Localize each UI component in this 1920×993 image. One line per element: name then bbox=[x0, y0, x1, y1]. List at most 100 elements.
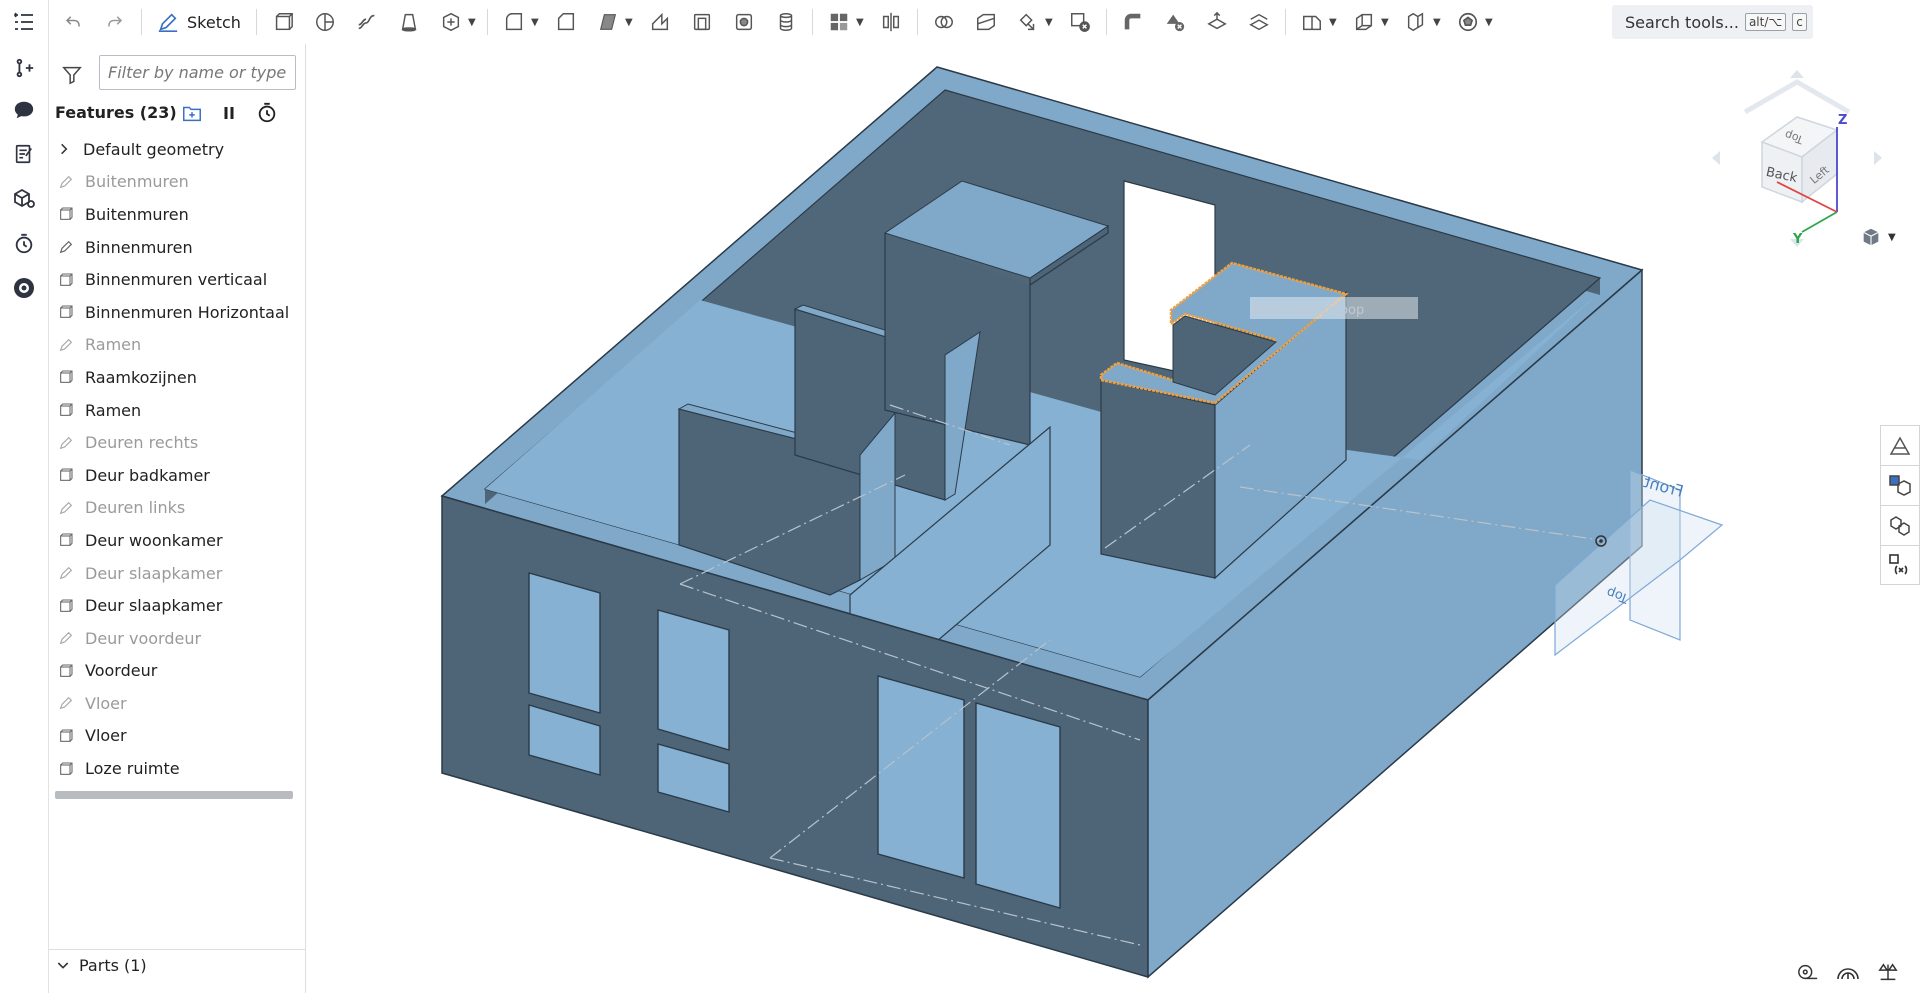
rotate-up-icon[interactable] bbox=[1790, 70, 1804, 78]
extrude-icon[interactable] bbox=[269, 8, 297, 36]
feature-item[interactable]: Buitenmuren bbox=[49, 198, 305, 231]
feature-item[interactable]: Deuren rechts bbox=[49, 426, 305, 459]
chevron-down-icon[interactable]: ▼ bbox=[529, 8, 541, 36]
render-mode-icon[interactable] bbox=[1880, 465, 1920, 505]
feature-item-label: Binnenmuren verticaal bbox=[85, 270, 268, 290]
parts-header[interactable]: Parts (1) bbox=[49, 950, 305, 980]
feature-item[interactable]: Deuren links bbox=[49, 492, 305, 525]
graphics-viewport[interactable]: Front Top Rectangular loop Top Back Left… bbox=[307, 44, 1920, 993]
chevron-down-icon[interactable]: ▼ bbox=[854, 8, 866, 36]
feature-item-label: Deuren links bbox=[85, 498, 186, 518]
pattern-icon[interactable] bbox=[825, 8, 853, 36]
chevron-down-icon[interactable]: ▼ bbox=[1431, 8, 1443, 36]
feature-list-icon[interactable] bbox=[8, 6, 40, 38]
split-icon[interactable] bbox=[972, 8, 1000, 36]
search-tools-button[interactable]: Search tools... alt/⌥ c bbox=[1612, 5, 1813, 39]
revolve-icon[interactable] bbox=[311, 8, 339, 36]
notes-icon[interactable] bbox=[8, 138, 40, 170]
draft-icon[interactable] bbox=[594, 8, 622, 36]
custom-features-icon[interactable] bbox=[1454, 8, 1482, 36]
feature-item[interactable]: Ramen bbox=[49, 329, 305, 362]
feature-item[interactable]: Voordeur bbox=[49, 655, 305, 688]
extrude-icon bbox=[57, 401, 75, 419]
sweep-icon[interactable] bbox=[353, 8, 381, 36]
feature-item[interactable]: Binnenmuren bbox=[49, 231, 305, 264]
comments-icon[interactable] bbox=[8, 94, 40, 126]
orbit-arc-icon[interactable] bbox=[1743, 79, 1851, 115]
transform-icon[interactable] bbox=[1014, 8, 1042, 36]
sheet-metal-icon[interactable] bbox=[1350, 8, 1378, 36]
mass-properties-icon[interactable] bbox=[1875, 960, 1901, 984]
filter-icon[interactable] bbox=[61, 64, 83, 86]
stopwatch-icon[interactable] bbox=[254, 100, 280, 126]
sketch-button[interactable]: Sketch bbox=[147, 6, 251, 38]
feature-item[interactable]: Default geometry bbox=[49, 133, 305, 166]
feature-item[interactable]: Deur badkamer bbox=[49, 459, 305, 492]
cylinder-icon[interactable] bbox=[772, 8, 800, 36]
feature-item[interactable]: Binnenmuren verticaal bbox=[49, 263, 305, 296]
door-front-2 bbox=[975, 702, 1061, 909]
plane-icon[interactable] bbox=[1298, 8, 1326, 36]
feature-filter-input[interactable] bbox=[99, 55, 296, 90]
feature-item[interactable]: Loze ruimte bbox=[49, 752, 305, 785]
sketch-icon bbox=[57, 564, 75, 582]
configuration-icon[interactable] bbox=[1880, 545, 1920, 585]
chevron-down-icon[interactable]: ▼ bbox=[1379, 8, 1391, 36]
panel-horizontal-scrollbar[interactable] bbox=[55, 791, 293, 799]
chevron-down-icon[interactable]: ▼ bbox=[1483, 8, 1495, 36]
rotate-left-icon[interactable] bbox=[1712, 151, 1720, 165]
chevron-down-icon[interactable]: ▼ bbox=[1327, 8, 1339, 36]
chevron-down-icon[interactable]: ▼ bbox=[623, 8, 635, 36]
feature-item[interactable]: Binnenmuren Horizontaal bbox=[49, 296, 305, 329]
feature-item[interactable]: Buitenmuren bbox=[49, 166, 305, 199]
feature-item[interactable]: Deur voordeur bbox=[49, 622, 305, 655]
feature-item[interactable]: Vloer bbox=[49, 687, 305, 720]
chevron-down-icon[interactable]: ▼ bbox=[466, 8, 478, 36]
sketch-icon bbox=[57, 694, 75, 712]
toolbar-separator bbox=[1284, 9, 1286, 35]
loft-icon[interactable] bbox=[395, 8, 423, 36]
feature-item[interactable]: Vloer bbox=[49, 720, 305, 753]
feature-item[interactable]: Deur slaapkamer bbox=[49, 557, 305, 590]
chamfer-icon[interactable] bbox=[552, 8, 580, 36]
surface-icon[interactable] bbox=[1402, 8, 1430, 36]
rib-icon[interactable] bbox=[646, 8, 674, 36]
parts-section: Parts (1) bbox=[49, 949, 305, 993]
hole-icon[interactable] bbox=[730, 8, 758, 36]
fillet-icon[interactable] bbox=[500, 8, 528, 36]
feature-item-label: Vloer bbox=[85, 693, 127, 713]
appearance-icon[interactable] bbox=[8, 272, 40, 304]
boolean-icon[interactable] bbox=[930, 8, 958, 36]
mate-connectors-icon[interactable] bbox=[8, 182, 40, 214]
mirror-icon[interactable] bbox=[877, 8, 905, 36]
extrude-icon bbox=[57, 368, 75, 386]
toolbar-separator bbox=[486, 9, 488, 35]
thicken-icon[interactable] bbox=[437, 8, 465, 36]
rotate-right-icon[interactable] bbox=[1874, 151, 1882, 165]
feature-panel: Features (23) Default geometry Buitenmure… bbox=[49, 44, 306, 993]
modify-fillet-icon[interactable] bbox=[1119, 8, 1147, 36]
explode-view-icon[interactable] bbox=[1880, 505, 1920, 545]
chevron-down-icon[interactable]: ▼ bbox=[1043, 8, 1055, 36]
feature-item[interactable]: Deur woonkamer bbox=[49, 524, 305, 557]
arc-measure-icon[interactable] bbox=[1835, 960, 1861, 984]
history-icon[interactable] bbox=[8, 228, 40, 260]
variables-icon[interactable] bbox=[8, 52, 40, 84]
section-view-icon[interactable] bbox=[1880, 425, 1920, 465]
undo-icon[interactable] bbox=[59, 8, 87, 36]
delete-part-icon[interactable] bbox=[1066, 8, 1094, 36]
feature-item[interactable]: Ramen bbox=[49, 394, 305, 427]
delete-face-icon[interactable] bbox=[1161, 8, 1189, 36]
pause-icon[interactable] bbox=[216, 100, 242, 126]
feature-item[interactable]: Raamkozijnen bbox=[49, 361, 305, 394]
feature-item[interactable]: Deur slaapkamer bbox=[49, 589, 305, 622]
add-folder-icon[interactable] bbox=[179, 100, 205, 126]
view-options-button[interactable]: ▼ bbox=[1860, 226, 1896, 248]
redo-icon[interactable] bbox=[101, 8, 129, 36]
model-view[interactable]: Front Top Rectangular loop bbox=[307, 44, 1920, 993]
shell-icon[interactable] bbox=[688, 8, 716, 36]
feature-item-label: Default geometry bbox=[83, 139, 225, 159]
replace-face-icon[interactable] bbox=[1245, 8, 1273, 36]
move-face-icon[interactable] bbox=[1203, 8, 1231, 36]
measure-tape-icon[interactable] bbox=[1795, 960, 1821, 984]
